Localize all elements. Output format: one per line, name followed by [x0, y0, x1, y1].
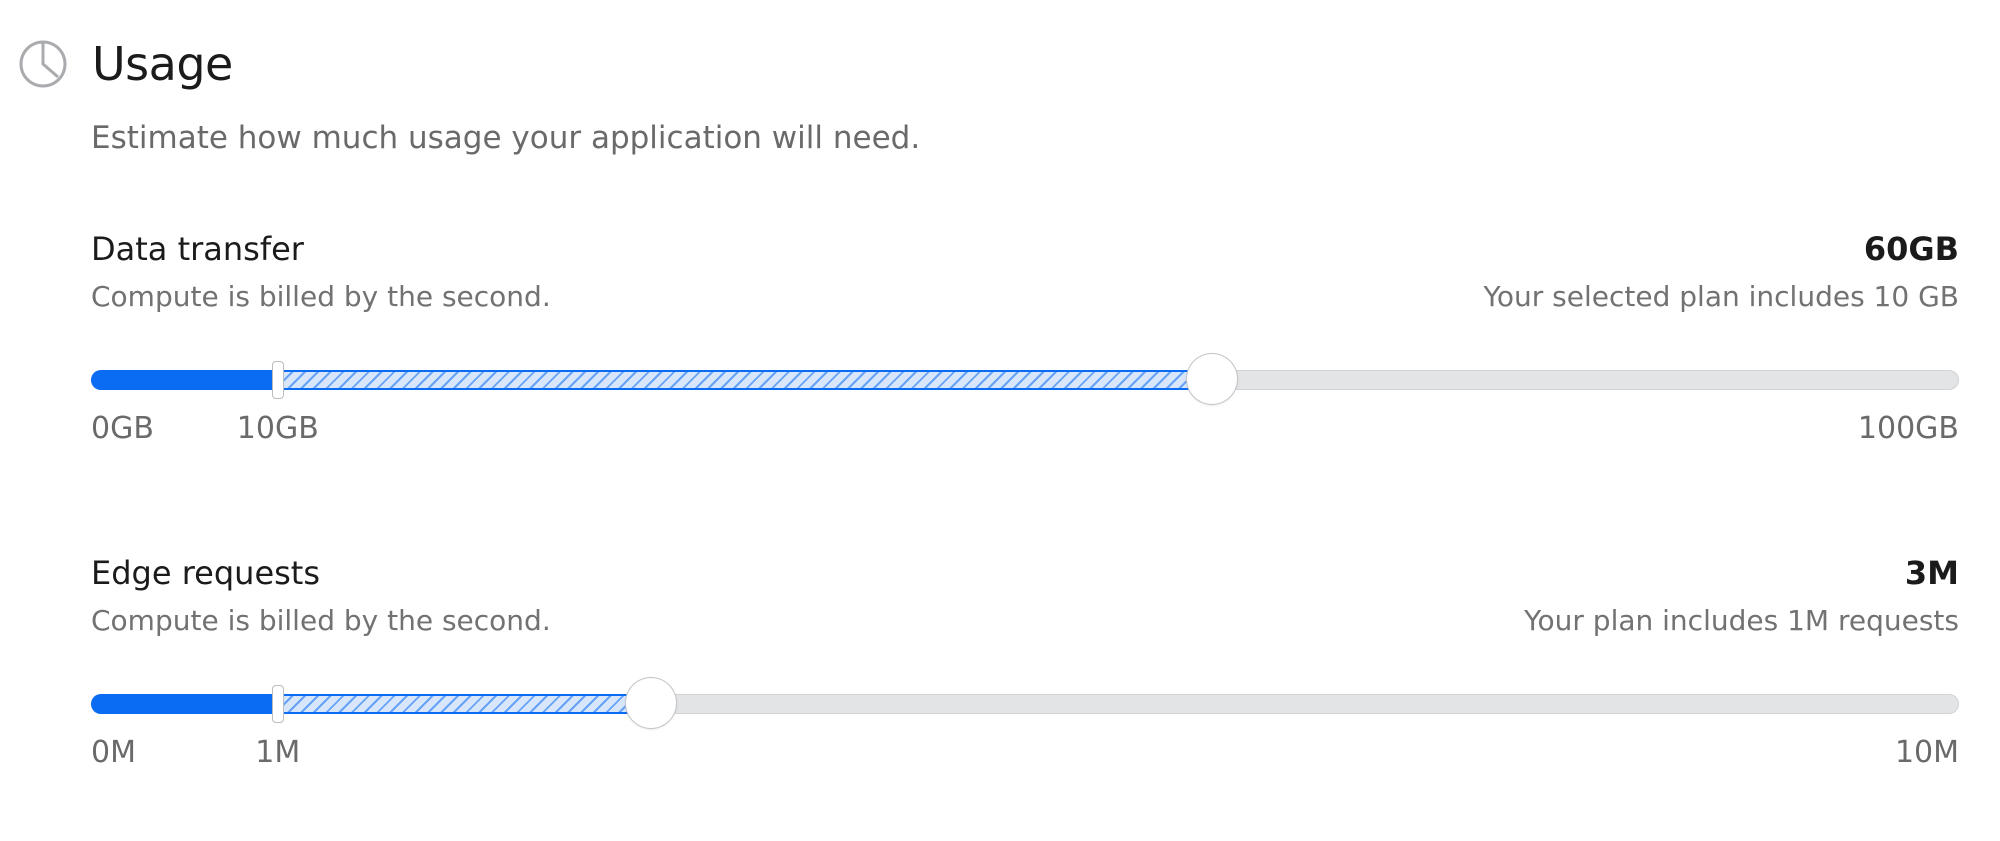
slider-thumb[interactable] [1186, 354, 1237, 404]
tick-included-label: 1M [255, 735, 301, 770]
edge-requests-ticks: 0M 1M 10M [91, 735, 1959, 775]
tick-min-label: 0GB [91, 411, 154, 446]
tick-included-label: 10GB [236, 411, 319, 446]
edge-requests-description: Compute is billed by the second. [91, 604, 551, 637]
pie-chart-icon [18, 39, 68, 89]
included-fill [91, 694, 278, 714]
data-transfer-plan-note: Your selected plan includes 10 GB [1483, 280, 1960, 313]
edge-requests-plan-note: Your plan includes 1M requests [1524, 604, 1959, 637]
overage-fill [277, 370, 1212, 390]
data-transfer-ticks: 0GB 10GB 100GB [91, 411, 1959, 451]
tick-max-label: 10M [1894, 735, 1959, 770]
overage-fill [277, 694, 652, 714]
usage-header: Usage [18, 34, 233, 94]
data-transfer-section: Data transfer 60GB Compute is billed by … [91, 230, 1959, 451]
page-subtitle: Estimate how much usage your application… [91, 120, 921, 156]
tick-min-label: 0M [91, 735, 136, 770]
data-transfer-description: Compute is billed by the second. [91, 280, 551, 313]
data-transfer-label: Data transfer [91, 230, 304, 268]
included-fill [91, 370, 278, 390]
data-transfer-value: 60GB [1863, 230, 1959, 268]
included-marker [272, 686, 283, 722]
included-marker [272, 362, 283, 398]
edge-requests-label: Edge requests [91, 554, 321, 592]
tick-max-label: 100GB [1857, 411, 1959, 446]
page-title: Usage [92, 37, 233, 91]
slider-thumb[interactable] [626, 678, 677, 728]
edge-requests-section: Edge requests 3M Compute is billed by th… [91, 554, 1959, 775]
data-transfer-slider[interactable] [91, 349, 1959, 409]
edge-requests-value: 3M [1904, 554, 1959, 592]
edge-requests-slider[interactable] [91, 673, 1959, 733]
